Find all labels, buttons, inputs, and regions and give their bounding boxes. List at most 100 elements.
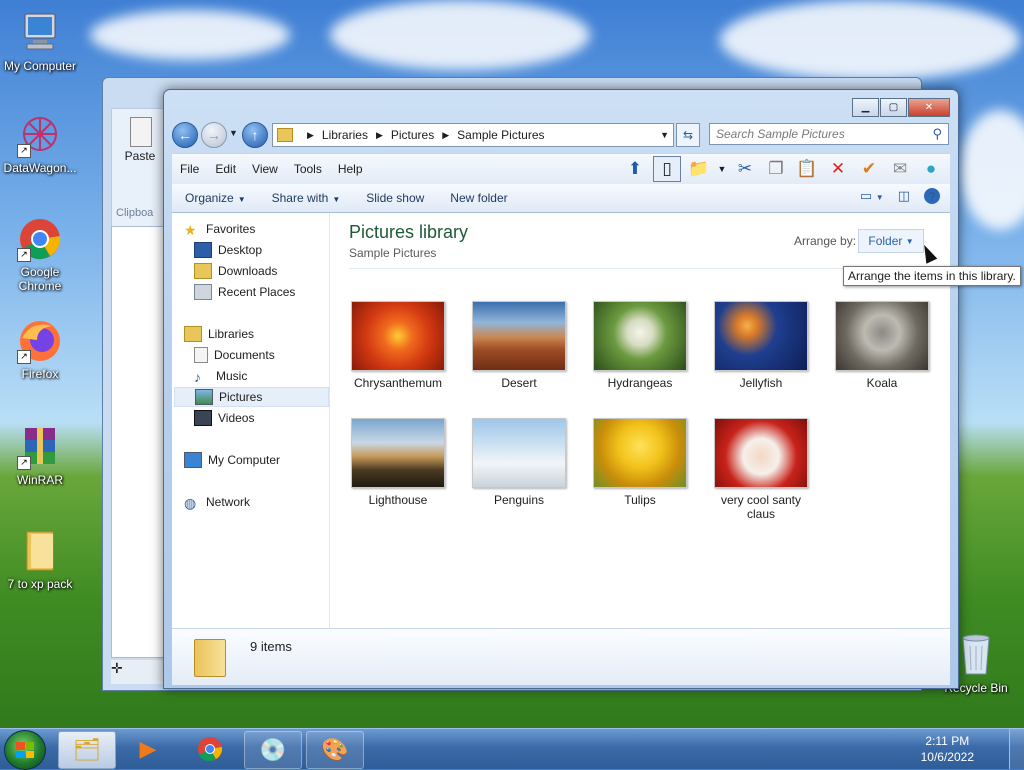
libraries-icon <box>184 326 202 342</box>
email-icon[interactable]: ✉ <box>887 156 913 182</box>
slide-show-button[interactable]: Slide show <box>353 191 437 205</box>
thumbnail <box>593 301 687 371</box>
divider <box>349 268 929 269</box>
checkmark-icon[interactable]: ✔ <box>856 156 882 182</box>
windows-logo-icon <box>16 742 34 758</box>
arrange-by-dropdown[interactable]: Folder ▼ <box>858 229 924 253</box>
file-item-desert[interactable]: Desert <box>464 301 574 390</box>
desktop-icon-firefox[interactable]: ↗ Firefox <box>0 318 80 381</box>
view-controls: ▭ ▼ ◫ ? <box>846 188 940 204</box>
search-input[interactable]: Search Sample Pictures ⚲ <box>709 123 949 145</box>
up-arrow-icon: ↑ <box>251 127 259 143</box>
folder-icon <box>17 528 63 574</box>
start-button[interactable] <box>4 730 46 770</box>
desktop-icon-7-to-xp-pack[interactable]: 7 to xp pack <box>0 528 80 591</box>
nav-label: Network <box>206 495 251 509</box>
nav-my-computer[interactable]: My Computer <box>184 450 339 470</box>
file-item-hydrangeas[interactable]: Hydrangeas <box>585 301 695 390</box>
paste-button[interactable]: Paste <box>112 149 168 163</box>
desktop-icon-chrome[interactable]: ↗ Google Chrome <box>0 216 80 293</box>
clock-time: 2:11 PM <box>925 734 970 748</box>
file-item-very-cool-santy-claus[interactable]: very cool santy claus <box>706 418 816 521</box>
minimize-button[interactable]: ▁ <box>852 98 879 117</box>
globe-icon[interactable]: ● <box>918 156 944 182</box>
nav-label: My Computer <box>208 453 281 467</box>
file-item-koala[interactable]: Koala <box>827 301 937 390</box>
view-dropdown-icon[interactable]: ▼ <box>717 156 727 182</box>
chevron-right-icon[interactable]: ▶ <box>442 130 449 141</box>
change-view-icon[interactable]: ▭ ▼ <box>860 188 884 204</box>
close-button[interactable]: ✕ <box>908 98 950 117</box>
forward-button[interactable]: → <box>201 122 227 148</box>
file-item-chrysanthemum[interactable]: Chrysanthemum <box>343 301 453 390</box>
maximize-button[interactable]: ▢ <box>880 98 907 117</box>
taskbar-media-player[interactable]: ▶ <box>120 731 176 767</box>
cut-icon[interactable]: ✂ <box>732 156 758 182</box>
paste-icon[interactable]: 📋 <box>794 156 820 182</box>
back-button[interactable]: ← <box>172 122 198 148</box>
delete-icon[interactable]: ✕ <box>825 156 851 182</box>
up-button[interactable]: ↑ <box>242 122 268 148</box>
preview-pane-icon[interactable]: ▯ <box>653 156 681 182</box>
nav-music[interactable]: ♪ Music <box>194 366 349 386</box>
folder-icon <box>277 128 293 142</box>
desktop-icon-winrar[interactable]: ↗ WinRAR <box>0 424 80 487</box>
file-item-lighthouse[interactable]: Lighthouse <box>343 418 453 507</box>
refresh-button[interactable]: ⇆ <box>676 123 700 147</box>
menu-tools[interactable]: Tools <box>286 162 330 176</box>
nav-favorites[interactable]: ★ Favorites <box>184 219 339 239</box>
film-strip-icon <box>194 410 212 426</box>
nav-recent-places[interactable]: Recent Places <box>194 282 349 302</box>
nav-documents[interactable]: Documents <box>194 345 349 365</box>
taskbar-disc-utility[interactable]: 💿 <box>244 731 302 769</box>
desktop-icon-my-computer[interactable]: My Computer <box>0 10 80 73</box>
explorer-window[interactable]: ▁ ▢ ✕ ← → ▼ ↑ ▶ Libraries ▶ Pictures ▶ S… <box>163 89 959 689</box>
breadcrumb-sample-pictures[interactable]: Sample Pictures <box>457 128 544 142</box>
organize-button[interactable]: Organize ▼ <box>172 191 259 205</box>
command-bar: Organize ▼ Share with ▼ Slide show New fol… <box>172 184 950 213</box>
nav-network[interactable]: ◍ Network <box>184 492 339 512</box>
system-clock[interactable]: 2:11 PM 10/6/2022 <box>921 733 974 765</box>
menu-file[interactable]: File <box>172 162 207 176</box>
menu-view[interactable]: View <box>244 162 286 176</box>
navigation-pane: ★ Favorites Desktop Downloads Recent Plac… <box>172 213 330 628</box>
nav-downloads[interactable]: Downloads <box>194 261 349 281</box>
chevron-right-icon[interactable]: ▶ <box>376 130 383 141</box>
breadcrumb-libraries[interactable]: Libraries <box>322 128 368 142</box>
taskbar-explorer[interactable]: 🗂 <box>58 731 116 769</box>
address-bar[interactable]: ▶ Libraries ▶ Pictures ▶ Sample Pictures… <box>272 123 674 147</box>
desktop-icon-label: Google Chrome <box>18 265 62 293</box>
chevron-right-icon[interactable]: ▶ <box>307 130 314 141</box>
share-with-button[interactable]: Share with ▼ <box>259 191 354 205</box>
details-pane: 9 items <box>172 628 950 685</box>
move-handle-icon[interactable]: ✛ <box>111 660 165 684</box>
recent-pages-dropdown[interactable]: ▼ <box>229 128 238 138</box>
breadcrumb-pictures[interactable]: Pictures <box>391 128 434 142</box>
menu-help[interactable]: Help <box>330 162 371 176</box>
address-dropdown-icon[interactable]: ▼ <box>660 130 669 140</box>
desktop-icon-label: WinRAR <box>16 473 63 487</box>
file-item-tulips[interactable]: Tulips <box>585 418 695 507</box>
taskbar-paint[interactable]: 🎨 <box>306 731 364 769</box>
show-desktop-button[interactable] <box>1009 729 1024 769</box>
preview-pane-toggle-icon[interactable]: ◫ <box>898 188 910 204</box>
new-folder-button[interactable]: New folder <box>437 191 520 205</box>
help-icon[interactable]: ? <box>924 188 940 204</box>
disc-icon: 💿 <box>259 737 287 762</box>
up-folder-icon[interactable]: ⬆ <box>622 156 648 182</box>
nav-desktop[interactable]: Desktop <box>194 240 349 260</box>
search-icon[interactable]: ⚲ <box>932 126 942 142</box>
folder-view-icon[interactable]: 📁 <box>686 156 712 182</box>
copy-icon[interactable]: ❐ <box>763 156 789 182</box>
desktop-icon-datawagon[interactable]: ↗ DataWagon... <box>0 112 80 175</box>
nav-pictures[interactable]: Pictures <box>174 387 329 407</box>
file-item-penguins[interactable]: Penguins <box>464 418 574 507</box>
page-title: Pictures library <box>349 222 469 242</box>
nav-libraries[interactable]: Libraries <box>184 324 339 344</box>
nav-videos[interactable]: Videos <box>194 408 349 428</box>
desktop-icon-label: 7 to xp pack <box>7 577 73 591</box>
taskbar-chrome[interactable] <box>182 731 238 767</box>
file-item-jellyfish[interactable]: Jellyfish <box>706 301 816 390</box>
file-name: Hydrangeas <box>607 376 673 390</box>
menu-edit[interactable]: Edit <box>207 162 244 176</box>
